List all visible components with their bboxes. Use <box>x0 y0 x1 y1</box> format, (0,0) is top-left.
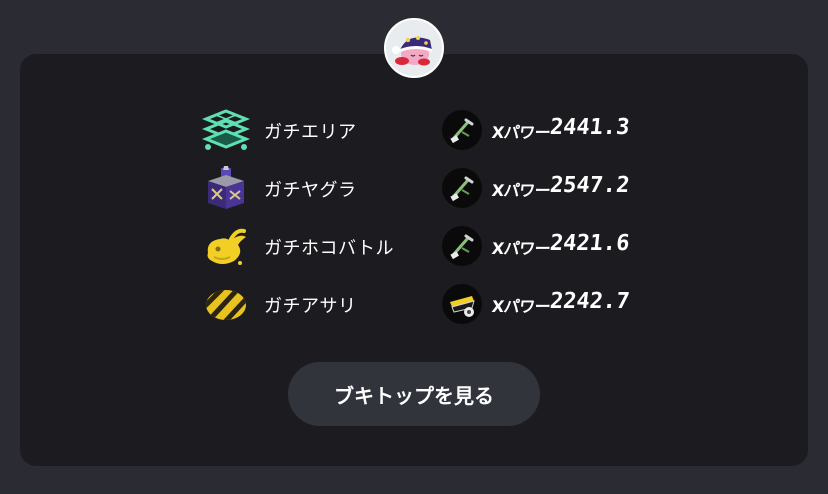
mode-row-tower-control[interactable]: ガチヤグラ Xパワー 2547.2 <box>0 163 828 213</box>
mode-row-clam-blitz[interactable]: ガチアサリ Xパワー 2242.7 <box>0 279 828 329</box>
x-power-label: Xパワー <box>490 239 552 258</box>
x-power-label: Xパワー <box>490 181 552 200</box>
splatana-weapon-icon <box>442 110 482 150</box>
stamper-weapon-icon <box>442 284 482 324</box>
splat-zones-icon <box>201 109 251 150</box>
mode-row-rainmaker[interactable]: ガチホコバトル Xパワー 2421.6 <box>0 221 828 271</box>
mode-label: ガチヤグラ <box>264 180 357 201</box>
mode-label: ガチアサリ <box>264 296 357 317</box>
splatana-weapon-icon <box>442 168 482 208</box>
x-power-label: Xパワー <box>490 297 552 316</box>
clam-blitz-icon <box>206 290 246 320</box>
x-power-value: 2421.6 <box>548 231 631 256</box>
x-power-label: Xパワー <box>490 123 552 142</box>
x-power-value: 2547.2 <box>548 173 631 198</box>
mode-label: ガチエリア <box>264 122 357 143</box>
mode-label: ガチホコバトル <box>264 238 395 259</box>
kirby-avatar-icon <box>392 36 432 66</box>
x-power-value: 2441.3 <box>548 115 631 140</box>
splatana-weapon-icon <box>442 226 482 266</box>
rainmaker-icon <box>207 228 246 265</box>
tower-control-icon <box>208 166 244 209</box>
mode-row-splat-zones[interactable]: ガチエリア Xパワー 2441.3 <box>0 105 828 155</box>
view-weapon-top-button[interactable]: ブキトップを見る <box>288 362 540 426</box>
avatar[interactable] <box>384 18 444 78</box>
x-power-value: 2242.7 <box>548 289 631 314</box>
